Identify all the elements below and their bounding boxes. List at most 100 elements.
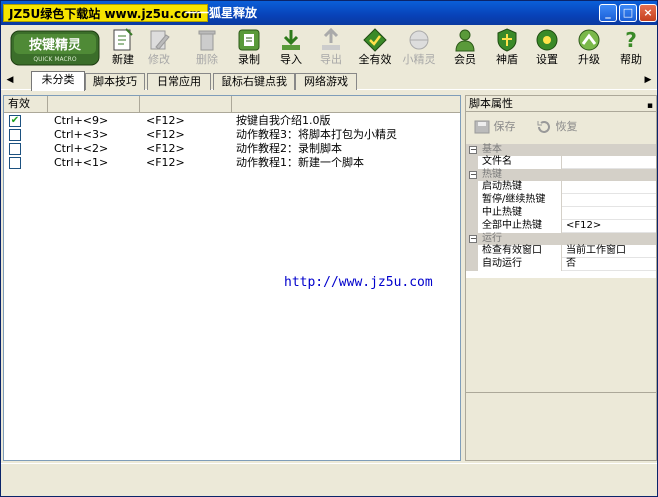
hotkey-cell: Ctrl+<9> bbox=[54, 114, 109, 127]
svg-text:QUICK MACRO: QUICK MACRO bbox=[33, 56, 76, 63]
delete-icon bbox=[198, 30, 216, 51]
enabled-checkbox[interactable]: ✔ bbox=[9, 115, 21, 127]
title-bar[interactable]: JZ5U绿色下载站 www.jz5u.com 一一狐星释放 _ □ × bbox=[1, 1, 657, 25]
restore-button[interactable]: 恢复 bbox=[536, 119, 578, 135]
enable-all-icon bbox=[363, 28, 387, 52]
upgrade-button[interactable]: 升级 bbox=[571, 27, 607, 69]
property-row[interactable]: 中止热键 bbox=[466, 207, 656, 220]
help-button[interactable]: ? 帮助 bbox=[613, 27, 649, 69]
tabs-scroll-left-icon[interactable]: ◀ bbox=[5, 74, 15, 86]
main-window: JZ5U绿色下载站 www.jz5u.com 一一狐星释放 _ □ × 按键精灵… bbox=[0, 0, 658, 497]
upgrade-icon bbox=[578, 29, 600, 51]
save-icon bbox=[474, 120, 490, 134]
new-button[interactable]: 新建 bbox=[105, 27, 141, 69]
tabs-scroll-right-icon[interactable]: ▶ bbox=[643, 74, 653, 86]
upgrade-label: 升级 bbox=[578, 53, 600, 66]
hotkey-cell: Ctrl+<2> bbox=[54, 142, 109, 155]
sprite-button[interactable]: 小精灵 bbox=[401, 27, 437, 69]
column-hotkey[interactable] bbox=[48, 96, 140, 113]
tab-online-games[interactable]: 网络游戏 bbox=[295, 73, 357, 90]
delete-button[interactable]: 删除 bbox=[189, 27, 225, 69]
sprite-label: 小精灵 bbox=[402, 53, 436, 66]
category-hotkey[interactable]: − 热键 bbox=[466, 169, 656, 181]
collapse-icon[interactable]: − bbox=[469, 235, 477, 243]
tab-right-click-me[interactable]: 鼠标右键点我 bbox=[213, 73, 295, 90]
enable-all-button[interactable]: 全有效 bbox=[357, 27, 393, 69]
help-icon: ? bbox=[625, 28, 637, 52]
pin-icon[interactable]: ▪ bbox=[647, 98, 653, 114]
enabled-checkbox[interactable] bbox=[9, 157, 21, 169]
collapse-icon[interactable]: − bbox=[469, 146, 477, 154]
stop-key-cell: <F12> bbox=[146, 142, 185, 155]
stop-key-cell: <F12> bbox=[146, 114, 185, 127]
collapse-icon[interactable]: − bbox=[469, 171, 477, 179]
table-row[interactable]: ✔ Ctrl+<9> <F12> 按键自我介绍1.0版 bbox=[4, 114, 460, 128]
window-title: 一一狐星释放 bbox=[185, 6, 258, 20]
new-label: 新建 bbox=[112, 53, 134, 66]
restore-icon bbox=[537, 121, 550, 133]
property-row[interactable]: 文件名 bbox=[466, 156, 656, 169]
svg-text:?: ? bbox=[625, 28, 637, 52]
property-value[interactable]: <F12> bbox=[566, 220, 601, 232]
tab-daily-use[interactable]: 日常应用 bbox=[147, 73, 211, 90]
property-name: 中止热键 bbox=[466, 207, 562, 220]
tab-uncategorized[interactable]: 未分类 bbox=[31, 71, 85, 91]
record-label: 录制 bbox=[238, 53, 260, 66]
table-row[interactable]: Ctrl+<3> <F12> 动作教程3：将脚本打包为小精灵 bbox=[4, 128, 460, 142]
enable-all-label: 全有效 bbox=[358, 53, 392, 66]
column-stop-key[interactable] bbox=[140, 96, 232, 113]
edit-button[interactable]: 修改 bbox=[141, 27, 177, 69]
category-tabs: ◀ 未分类 脚本技巧 日常应用 鼠标右键点我 网络游戏 ▶ bbox=[1, 71, 657, 91]
import-icon bbox=[282, 30, 300, 50]
property-name: 文件名 bbox=[466, 156, 562, 169]
shield-button[interactable]: 神盾 bbox=[489, 27, 525, 69]
column-enabled[interactable]: 有效 bbox=[4, 96, 48, 113]
status-bar bbox=[1, 463, 657, 496]
stop-key-cell: <F12> bbox=[146, 156, 185, 169]
close-button[interactable]: × bbox=[639, 4, 657, 22]
record-icon bbox=[238, 29, 260, 51]
property-row[interactable]: 暂停/继续热键 bbox=[466, 194, 656, 207]
list-header: 有效 bbox=[4, 96, 460, 113]
property-name: 全部中止热键 bbox=[466, 220, 562, 233]
settings-icon bbox=[536, 29, 558, 51]
table-row[interactable]: Ctrl+<2> <F12> 动作教程2：录制脚本 bbox=[4, 142, 460, 156]
table-row[interactable]: Ctrl+<1> <F12> 动作教程1：新建一个脚本 bbox=[4, 156, 460, 170]
property-value[interactable]: 当前工作窗口 bbox=[566, 245, 626, 257]
minimize-button[interactable]: _ bbox=[599, 4, 617, 22]
import-button[interactable]: 导入 bbox=[273, 27, 309, 69]
category-run[interactable]: − 运行 bbox=[466, 233, 656, 245]
member-icon bbox=[455, 29, 475, 52]
properties-toolbar: 保存 恢复 bbox=[466, 114, 656, 142]
script-name-cell: 动作教程1：新建一个脚本 bbox=[236, 156, 364, 169]
delete-label: 删除 bbox=[196, 53, 218, 66]
property-name: 启动热键 bbox=[466, 181, 562, 194]
hotkey-cell: Ctrl+<3> bbox=[54, 128, 109, 141]
export-icon bbox=[322, 27, 340, 50]
property-row[interactable]: 启动热键 bbox=[466, 181, 656, 194]
record-button[interactable]: 录制 bbox=[231, 27, 267, 69]
column-name[interactable] bbox=[232, 96, 460, 113]
watermark-url: http://www.jz5u.com bbox=[284, 275, 433, 290]
script-name-cell: 动作教程3：将脚本打包为小精灵 bbox=[236, 128, 397, 141]
property-grid: − 基本 文件名 − 热键 启动热键 暂停/继续热键 中止热键 全部中止热键 <F12… bbox=[466, 144, 656, 278]
save-button[interactable]: 保存 bbox=[474, 119, 516, 135]
enabled-checkbox[interactable] bbox=[9, 143, 21, 155]
shield-icon bbox=[497, 28, 517, 52]
property-row[interactable]: 自动运行否 bbox=[466, 258, 656, 271]
category-basic[interactable]: − 基本 bbox=[466, 144, 656, 156]
maximize-button[interactable]: □ bbox=[619, 4, 637, 22]
member-button[interactable]: 会员 bbox=[447, 27, 483, 69]
help-label: 帮助 bbox=[620, 53, 642, 66]
property-row[interactable]: 检查有效窗口 当前工作窗口 bbox=[466, 245, 656, 258]
sprite-icon bbox=[409, 30, 429, 50]
tab-script-tips[interactable]: 脚本技巧 bbox=[85, 73, 145, 90]
export-button[interactable]: 导出 bbox=[313, 27, 349, 69]
property-value[interactable]: 否 bbox=[566, 258, 576, 270]
property-row[interactable]: 全部中止热键 <F12> bbox=[466, 220, 656, 233]
settings-button[interactable]: 设置 bbox=[529, 27, 565, 69]
enabled-checkbox[interactable] bbox=[9, 129, 21, 141]
svg-text:按键精灵: 按键精灵 bbox=[29, 37, 82, 53]
hotkey-cell: Ctrl+<1> bbox=[54, 156, 109, 169]
properties-panel: 脚本属性 ▪ 保存 恢复 − 基本 文件名 − 热键 启动热键 暂停/继续热键 中止… bbox=[465, 95, 657, 461]
